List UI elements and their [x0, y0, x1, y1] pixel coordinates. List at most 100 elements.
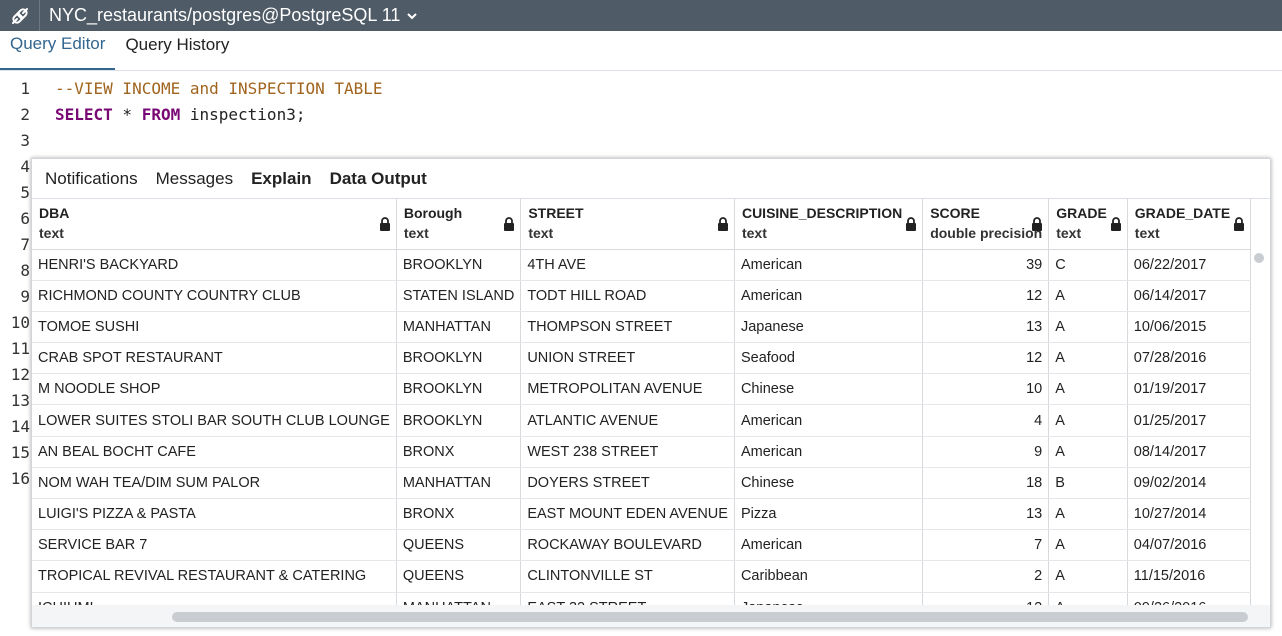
vertical-scrollbar[interactable] — [1254, 253, 1264, 263]
table-cell[interactable]: 10/06/2015 — [1127, 311, 1251, 344]
table-cell[interactable]: CLINTONVILLE ST — [520, 560, 735, 593]
tab-data-output[interactable]: Data Output — [321, 169, 436, 189]
data-output-grid[interactable]: DBA text Borough text STREET text CUISINE_DESC… — [32, 199, 1251, 607]
table-cell[interactable]: BROOKLYN — [396, 373, 522, 406]
table-cell[interactable]: 9 — [922, 436, 1050, 468]
table-cell[interactable]: QUEENS — [396, 529, 522, 562]
column-header[interactable]: Borough text — [396, 199, 522, 250]
table-cell[interactable]: BROOKLYN — [396, 249, 522, 281]
table-cell[interactable]: American — [734, 404, 924, 437]
table-row[interactable]: TOMOE SUSHI MANHATTAN THOMPSON STREET Japan… — [32, 311, 1251, 344]
table-row[interactable]: LOWER SUITES STOLI BAR SOUTH CLUB LOUNGE… — [32, 404, 1251, 437]
table-cell[interactable]: 4 — [922, 404, 1050, 437]
table-cell[interactable]: WEST 238 STREET — [520, 436, 735, 468]
column-header[interactable]: CUISINE_DESCRIPTION text — [734, 199, 924, 250]
table-cell[interactable]: METROPOLITAN AVENUE — [520, 373, 735, 406]
column-header[interactable]: STREET text — [520, 199, 735, 250]
table-cell[interactable]: HENRI'S BACKYARD — [32, 249, 397, 281]
table-cell[interactable]: UNION STREET — [520, 342, 735, 375]
table-cell[interactable]: A — [1048, 498, 1128, 531]
table-cell[interactable]: B — [1048, 467, 1128, 500]
horizontal-scrollbar-track[interactable] — [32, 605, 1270, 627]
table-row[interactable]: CRAB SPOT RESTAURANT BROOKLYN UNION STREET… — [32, 342, 1251, 375]
horizontal-scrollbar-thumb[interactable] — [172, 612, 1248, 622]
table-cell[interactable]: 39 — [922, 249, 1050, 281]
table-cell[interactable]: A — [1048, 529, 1128, 562]
table-row[interactable]: LUIGI'S PIZZA & PASTA BRONX EAST MOUNT EDE… — [32, 498, 1251, 531]
table-cell[interactable]: A — [1048, 436, 1128, 468]
table-row[interactable]: HENRI'S BACKYARD BROOKLYN 4TH AVE American 3… — [32, 249, 1251, 281]
table-cell[interactable]: QUEENS — [396, 560, 522, 593]
tab-messages[interactable]: Messages — [147, 169, 242, 189]
table-cell[interactable]: DOYERS STREET — [520, 467, 735, 500]
table-cell[interactable]: Caribbean — [734, 560, 924, 593]
table-cell[interactable]: 2 — [922, 560, 1050, 593]
code-area[interactable]: --VIEW INCOME and INSPECTION TABLE SELEC… — [55, 76, 383, 128]
table-row[interactable]: M NOODLE SHOP BROOKLYN METROPOLITAN AVENUE… — [32, 373, 1251, 406]
table-cell[interactable]: 18 — [922, 467, 1050, 500]
table-cell[interactable]: BROOKLYN — [396, 342, 522, 375]
table-cell[interactable]: M NOODLE SHOP — [32, 373, 397, 406]
column-header[interactable]: GRADE_DATE text — [1127, 199, 1251, 250]
table-cell[interactable]: American — [734, 529, 924, 562]
table-cell[interactable]: EAST MOUNT EDEN AVENUE — [520, 498, 735, 531]
table-cell[interactable]: AN BEAL BOCHT CAFE — [32, 436, 397, 468]
table-cell[interactable]: LUIGI'S PIZZA & PASTA — [32, 498, 397, 531]
table-cell[interactable]: 01/19/2017 — [1127, 373, 1251, 406]
table-cell[interactable]: 11/15/2016 — [1127, 560, 1251, 593]
column-header[interactable]: SCORE double precision — [922, 199, 1050, 250]
table-cell[interactable]: C — [1048, 249, 1128, 281]
table-cell[interactable]: 12 — [922, 280, 1050, 312]
table-cell[interactable]: 04/07/2016 — [1127, 529, 1251, 562]
tab-notifications[interactable]: Notifications — [36, 169, 147, 189]
table-cell[interactable]: THOMPSON STREET — [520, 311, 735, 344]
table-cell[interactable]: ATLANTIC AVENUE — [520, 404, 735, 437]
table-cell[interactable]: 10/27/2014 — [1127, 498, 1251, 531]
table-cell[interactable]: A — [1048, 342, 1128, 375]
table-cell[interactable]: A — [1048, 311, 1128, 344]
table-cell[interactable]: Pizza — [734, 498, 924, 531]
connection-plug-icon[interactable] — [0, 0, 40, 31]
table-cell[interactable]: LOWER SUITES STOLI BAR SOUTH CLUB LOUNGE — [32, 404, 397, 437]
table-row[interactable]: TROPICAL REVIVAL RESTAURANT & CATERING QU… — [32, 560, 1251, 593]
table-cell[interactable]: American — [734, 280, 924, 312]
table-cell[interactable]: Japanese — [734, 311, 924, 344]
table-cell[interactable]: 06/14/2017 — [1127, 280, 1251, 312]
table-cell[interactable]: 4TH AVE — [520, 249, 735, 281]
table-cell[interactable]: 7 — [922, 529, 1050, 562]
table-cell[interactable]: TODT HILL ROAD — [520, 280, 735, 312]
tab-query-history[interactable]: Query History — [115, 30, 239, 70]
table-cell[interactable]: CRAB SPOT RESTAURANT — [32, 342, 397, 375]
table-cell[interactable]: 12 — [922, 342, 1050, 375]
table-cell[interactable]: A — [1048, 373, 1128, 406]
sql-editor[interactable]: 1 2 3 4 5 6 7 8 9 10 11 12 13 14 15 16 --VIEW INCOME an… — [0, 72, 1282, 636]
table-cell[interactable]: 13 — [922, 311, 1050, 344]
table-cell[interactable]: 13 — [922, 498, 1050, 531]
table-cell[interactable]: 06/22/2017 — [1127, 249, 1251, 281]
table-cell[interactable]: MANHATTAN — [396, 467, 522, 500]
table-cell[interactable]: MANHATTAN — [396, 311, 522, 344]
connection-title[interactable]: NYC_restaurants/postgres@PostgreSQL 11 — [49, 5, 400, 26]
table-cell[interactable]: Seafood — [734, 342, 924, 375]
table-cell[interactable]: STATEN ISLAND — [396, 280, 522, 312]
table-cell[interactable]: SERVICE BAR 7 — [32, 529, 397, 562]
table-cell[interactable]: Chinese — [734, 467, 924, 500]
table-cell[interactable]: TOMOE SUSHI — [32, 311, 397, 344]
column-header[interactable]: GRADE text — [1048, 199, 1128, 250]
table-cell[interactable]: RICHMOND COUNTY COUNTRY CLUB — [32, 280, 397, 312]
table-cell[interactable]: A — [1048, 280, 1128, 312]
table-cell[interactable]: 10 — [922, 373, 1050, 406]
tab-query-editor[interactable]: Query Editor — [0, 30, 116, 70]
chevron-down-icon[interactable] — [406, 10, 418, 22]
table-cell[interactable]: American — [734, 249, 924, 281]
table-cell[interactable]: 07/28/2016 — [1127, 342, 1251, 375]
table-cell[interactable]: BROOKLYN — [396, 404, 522, 437]
table-cell[interactable]: BRONX — [396, 498, 522, 531]
table-cell[interactable]: A — [1048, 404, 1128, 437]
table-cell[interactable]: 09/02/2014 — [1127, 467, 1251, 500]
column-header[interactable]: DBA text — [32, 199, 397, 250]
table-cell[interactable]: ROCKAWAY BOULEVARD — [520, 529, 735, 562]
table-cell[interactable]: 01/25/2017 — [1127, 404, 1251, 437]
table-cell[interactable]: A — [1048, 560, 1128, 593]
table-cell[interactable]: NOM WAH TEA/DIM SUM PALOR — [32, 467, 397, 500]
